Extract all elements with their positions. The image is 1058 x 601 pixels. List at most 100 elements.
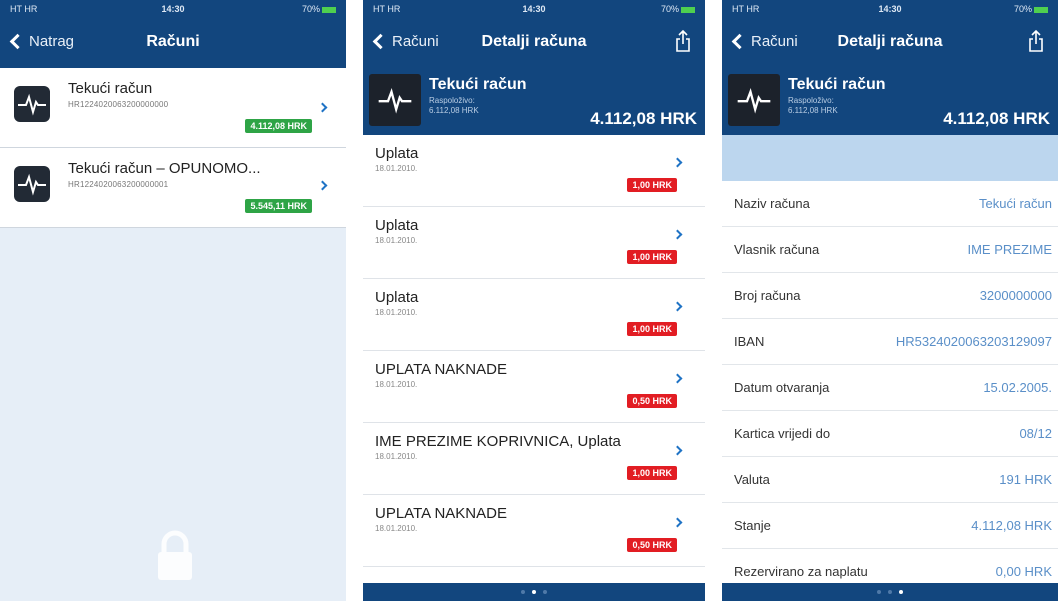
chevron-right-icon <box>672 301 683 312</box>
available-balance: Raspoloživo: 6.112,08 HRK <box>429 96 479 116</box>
page-dot <box>877 590 881 594</box>
battery-indicator: 70% <box>1014 4 1048 14</box>
transaction-row[interactable]: Uplata 18.01.2010. 1,00 HRK <box>363 279 705 351</box>
chevron-right-icon <box>672 517 683 528</box>
page-dot <box>521 590 525 594</box>
status-bar: HT HR 14:30 70% <box>0 0 346 18</box>
transaction-row[interactable]: IME PREZIME KOPRIVNICA, Uplata 18.01.2010… <box>363 423 705 495</box>
account-details-screen: HT HR 14:30 70% Računi Detalji računa Te… <box>722 0 1058 601</box>
transaction-description: Uplata <box>375 217 419 234</box>
transaction-amount-badge: 1,00 HRK <box>627 250 677 264</box>
transaction-amount-badge: 0,50 HRK <box>627 538 677 552</box>
detail-label: Datum otvaranja <box>734 380 830 395</box>
page-dot-active <box>532 590 536 594</box>
detail-label: Broj računa <box>734 288 801 303</box>
detail-value: 3200000000 <box>979 288 1052 303</box>
available-value: 6.112,08 HRK <box>788 106 838 115</box>
account-balance-badge: 4.112,08 HRK <box>245 119 312 133</box>
detail-value: IME PREZIME <box>967 242 1052 257</box>
nav-bar: Računi Detalji računa <box>363 18 705 68</box>
detail-label: Rezervirano za naplatu <box>734 564 868 579</box>
transaction-amount-badge: 1,00 HRK <box>627 322 677 336</box>
detail-row: Stanje 4.112,08 HRK <box>722 503 1058 549</box>
battery-indicator: 70% <box>661 4 695 14</box>
account-row[interactable]: Tekući račun HR1224020063200000000 4.112… <box>0 68 346 148</box>
account-header: Tekući račun Raspoloživo: 6.112,08 HRK 4… <box>722 68 1058 135</box>
detail-label: Naziv računa <box>734 196 810 211</box>
detail-label: Stanje <box>734 518 771 533</box>
share-icon[interactable] <box>1028 29 1044 53</box>
status-bar: HT HR 14:30 70% <box>722 0 1058 18</box>
lock-icon[interactable] <box>152 528 198 584</box>
section-divider <box>722 135 1058 181</box>
nav-bar: Računi Detalji računa <box>722 18 1058 68</box>
battery-percent: 70% <box>301 4 320 14</box>
transaction-date: 18.01.2010. <box>375 380 418 389</box>
transaction-description: IME PREZIME KOPRIVNICA, Uplata <box>375 433 621 450</box>
detail-value: Tekući račun <box>979 196 1052 211</box>
account-iban: HR1224020063200000001 <box>68 180 169 189</box>
transaction-row[interactable]: UPLATA NAKNADE 18.01.2010. 0,50 HRK <box>363 351 705 423</box>
detail-value: HR5324020063203129097 <box>895 334 1052 349</box>
battery-percent: 70% <box>1013 4 1032 14</box>
available-label: Raspoloživo: <box>788 96 834 105</box>
battery-icon <box>681 6 695 13</box>
detail-label: IBAN <box>734 334 765 349</box>
detail-label: Vlasnik računa <box>734 242 820 257</box>
transaction-amount-badge: 1,00 HRK <box>627 178 677 192</box>
transaction-row[interactable]: UPLATA NAKNADE 18.01.2010. 0,50 HRK <box>363 495 705 567</box>
status-bar: HT HR 14:30 70% <box>363 0 705 18</box>
chevron-right-icon <box>672 373 683 384</box>
account-pulse-icon <box>728 74 780 126</box>
transaction-date: 18.01.2010. <box>375 524 418 533</box>
page-title: Detalji računa <box>481 33 587 50</box>
transaction-date: 18.01.2010. <box>375 452 418 461</box>
account-name: Tekući račun <box>68 80 153 97</box>
available-value: 6.112,08 HRK <box>429 106 479 115</box>
detail-value: 15.02.2005. <box>983 380 1052 395</box>
battery-percent: 70% <box>660 4 679 14</box>
account-details-list: Naziv računa Tekući račun Vlasnik računa IM… <box>722 181 1058 595</box>
transaction-description: Uplata <box>375 145 419 162</box>
detail-value: 0,00 HRK <box>995 564 1052 579</box>
clock: 14:30 <box>161 4 185 14</box>
transaction-date: 18.01.2010. <box>375 308 418 317</box>
transaction-date: 18.01.2010. <box>375 236 418 245</box>
account-pulse-icon <box>14 86 50 122</box>
account-pulse-icon <box>369 74 421 126</box>
chevron-right-icon <box>317 102 328 113</box>
account-balance: 4.112,08 HRK <box>590 109 697 128</box>
battery-icon <box>1034 6 1048 13</box>
account-balance: 4.112,08 HRK <box>943 109 1050 128</box>
account-header: Tekući račun Raspoloživo: 6.112,08 HRK 4… <box>363 68 705 135</box>
chevron-right-icon <box>672 445 683 456</box>
transaction-description: Uplata <box>375 289 419 306</box>
clock: 14:30 <box>522 4 546 14</box>
accounts-screen: HT HR 14:30 70% Natrag Računi Tekući rač… <box>0 0 346 601</box>
detail-row: Kartica vrijedi do 08/12 <box>722 411 1058 457</box>
page-dot <box>543 590 547 594</box>
nav-bar: Natrag Računi <box>0 18 346 68</box>
transaction-description: UPLATA NAKNADE <box>375 361 507 378</box>
share-icon[interactable] <box>675 29 691 53</box>
account-name: Tekući račun <box>429 76 527 93</box>
account-balance-badge: 5.545,11 HRK <box>245 199 312 213</box>
transaction-amount-badge: 1,00 HRK <box>627 466 677 480</box>
account-row[interactable]: Tekući račun – OPUNOMO... HR122402006320… <box>0 148 346 228</box>
chevron-right-icon <box>672 157 683 168</box>
chevron-right-icon <box>672 229 683 240</box>
transaction-row[interactable]: Uplata 18.01.2010. 1,00 HRK <box>363 207 705 279</box>
available-balance: Raspoloživo: 6.112,08 HRK <box>788 96 838 116</box>
detail-value: 08/12 <box>1019 426 1052 441</box>
available-label: Raspoloživo: <box>429 96 475 105</box>
battery-indicator: 70% <box>302 4 336 14</box>
chevron-right-icon <box>317 180 328 191</box>
detail-row: IBAN HR5324020063203129097 <box>722 319 1058 365</box>
battery-icon <box>322 6 336 13</box>
page-indicator[interactable] <box>722 583 1058 601</box>
account-transactions-screen: HT HR 14:30 70% Računi Detalji računa Te… <box>363 0 705 601</box>
transaction-amount-badge: 0,50 HRK <box>627 394 677 408</box>
detail-value: 4.112,08 HRK <box>971 518 1052 533</box>
transaction-row[interactable]: Uplata 18.01.2010. 1,00 HRK <box>363 135 705 207</box>
page-indicator[interactable] <box>363 583 705 601</box>
